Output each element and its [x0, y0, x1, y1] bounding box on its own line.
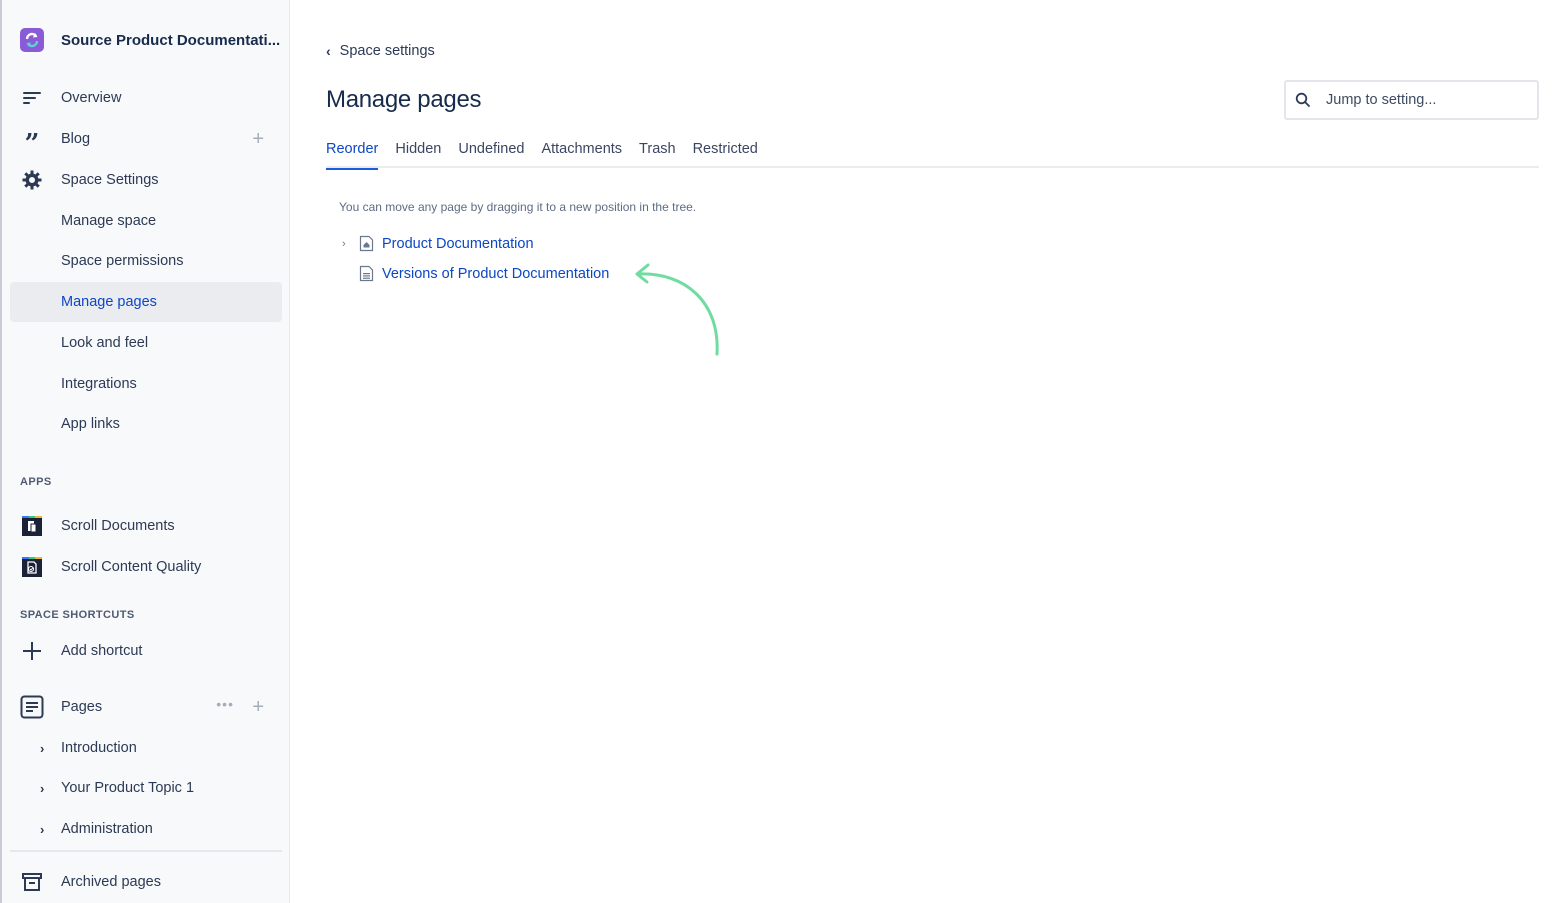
sidebar-item-label: Overview — [61, 90, 122, 106]
add-page-icon[interactable]: + — [252, 696, 264, 719]
sidebar-item-label: App links — [61, 416, 120, 432]
chevron-right-icon[interactable]: › — [40, 781, 44, 796]
sidebar-item-label: Space Settings — [61, 172, 159, 188]
back-link-label: Space settings — [339, 43, 435, 59]
sidebar-item-label: Blog — [61, 131, 91, 147]
sidebar-item-scroll-content-quality[interactable]: Scroll Content Quality — [10, 547, 282, 587]
sidebar-item-blog[interactable]: ” Blog + — [10, 119, 282, 160]
overview-icon — [20, 86, 44, 110]
sidebar-item-label: Scroll Content Quality — [61, 559, 202, 575]
sidebar-item-overview[interactable]: Overview — [10, 78, 282, 118]
sidebar-item-label: Add shortcut — [61, 643, 143, 659]
sidebar-item-manage-space[interactable]: Manage space — [10, 201, 282, 241]
annotation-arrow-icon — [635, 263, 719, 356]
sidebar-item-label: Manage space — [61, 213, 157, 229]
page-tree-label: Administration — [61, 821, 153, 837]
space-logo-icon — [20, 28, 44, 52]
sidebar-item-scroll-documents[interactable]: Scroll Documents — [10, 506, 282, 546]
tab-undefined[interactable]: Undefined — [458, 141, 524, 168]
tab-reorder[interactable]: Reorder — [326, 141, 379, 170]
add-shortcut-button[interactable]: Add shortcut — [10, 631, 282, 671]
page-tree-item[interactable]: › Administration — [10, 809, 282, 849]
sidebar-item-label: Pages — [61, 699, 103, 715]
chevron-right-icon[interactable]: › — [40, 741, 44, 756]
pages-icon — [20, 695, 44, 719]
sidebar: Source Product Documentati... Overview ”… — [0, 0, 290, 903]
reorder-hint: You can move any page by dragging it to … — [339, 200, 697, 214]
tree-row[interactable]: Versions of Product Documentation — [342, 264, 609, 284]
plus-icon — [20, 639, 44, 663]
tab-trash[interactable]: Trash — [639, 141, 676, 168]
tab-attachments[interactable]: Attachments — [541, 141, 622, 168]
add-blog-icon[interactable]: + — [252, 128, 264, 151]
sidebar-divider — [10, 850, 282, 852]
tree-row[interactable]: › Product Documentation — [342, 234, 534, 254]
shortcuts-section-label: SPACE SHORTCUTS — [20, 609, 135, 621]
tab-restricted[interactable]: Restricted — [693, 141, 758, 168]
page-link[interactable]: Product Documentation — [382, 236, 534, 252]
back-to-space-settings-link[interactable]: ‹ Space settings — [326, 43, 435, 59]
search-icon — [1295, 92, 1311, 113]
scroll-content-quality-icon — [20, 555, 44, 579]
page-title: Manage pages — [326, 86, 482, 113]
home-page-icon — [359, 235, 375, 253]
page-link[interactable]: Versions of Product Documentation — [382, 266, 609, 282]
sidebar-item-integrations[interactable]: Integrations — [10, 364, 282, 404]
space-header[interactable]: Source Product Documentati... — [20, 28, 280, 52]
sidebar-item-space-settings[interactable]: Space Settings — [10, 160, 282, 200]
page-tree-item[interactable]: › Introduction — [10, 728, 282, 768]
page-tree-label: Introduction — [61, 740, 137, 756]
apps-section-label: APPS — [20, 476, 52, 488]
jump-to-setting-search[interactable] — [1284, 80, 1539, 120]
chevron-right-icon[interactable]: › — [342, 238, 356, 250]
search-input[interactable] — [1326, 90, 1531, 110]
sidebar-item-archived-pages[interactable]: Archived pages — [10, 862, 282, 902]
page-tree-label: Your Product Topic 1 — [61, 780, 195, 796]
manage-pages-tabs: Reorder Hidden Undefined Attachments Tra… — [326, 141, 1539, 170]
sidebar-item-label: Look and feel — [61, 335, 149, 351]
sidebar-item-label: Scroll Documents — [61, 518, 175, 534]
more-options-icon[interactable]: ••• — [216, 696, 234, 712]
sidebar-item-label: Space permissions — [61, 253, 184, 269]
sidebar-item-pages[interactable]: Pages ••• + — [10, 687, 282, 727]
sidebar-item-label: Manage pages — [61, 294, 157, 310]
main-content: ‹ Space settings Manage pages Reorder Hi… — [290, 0, 1554, 903]
tab-hidden[interactable]: Hidden — [395, 141, 441, 168]
sidebar-item-label: Archived pages — [61, 874, 161, 890]
quote-icon: ” — [24, 129, 40, 159]
sidebar-item-label: Integrations — [61, 376, 137, 392]
page-icon — [359, 265, 375, 283]
archive-icon — [20, 870, 44, 894]
sidebar-item-look-and-feel[interactable]: Look and feel — [10, 323, 282, 363]
scroll-documents-icon — [20, 514, 44, 538]
chevron-right-icon[interactable]: › — [40, 822, 44, 837]
gear-icon — [20, 168, 44, 192]
sidebar-item-space-permissions[interactable]: Space permissions — [10, 241, 282, 281]
space-title: Source Product Documentati... — [61, 31, 281, 49]
sidebar-item-app-links[interactable]: App links — [10, 404, 282, 444]
page-tree-item[interactable]: › Your Product Topic 1 — [10, 768, 282, 808]
sidebar-item-manage-pages[interactable]: Manage pages — [10, 282, 282, 322]
chevron-left-icon: ‹ — [326, 43, 331, 59]
